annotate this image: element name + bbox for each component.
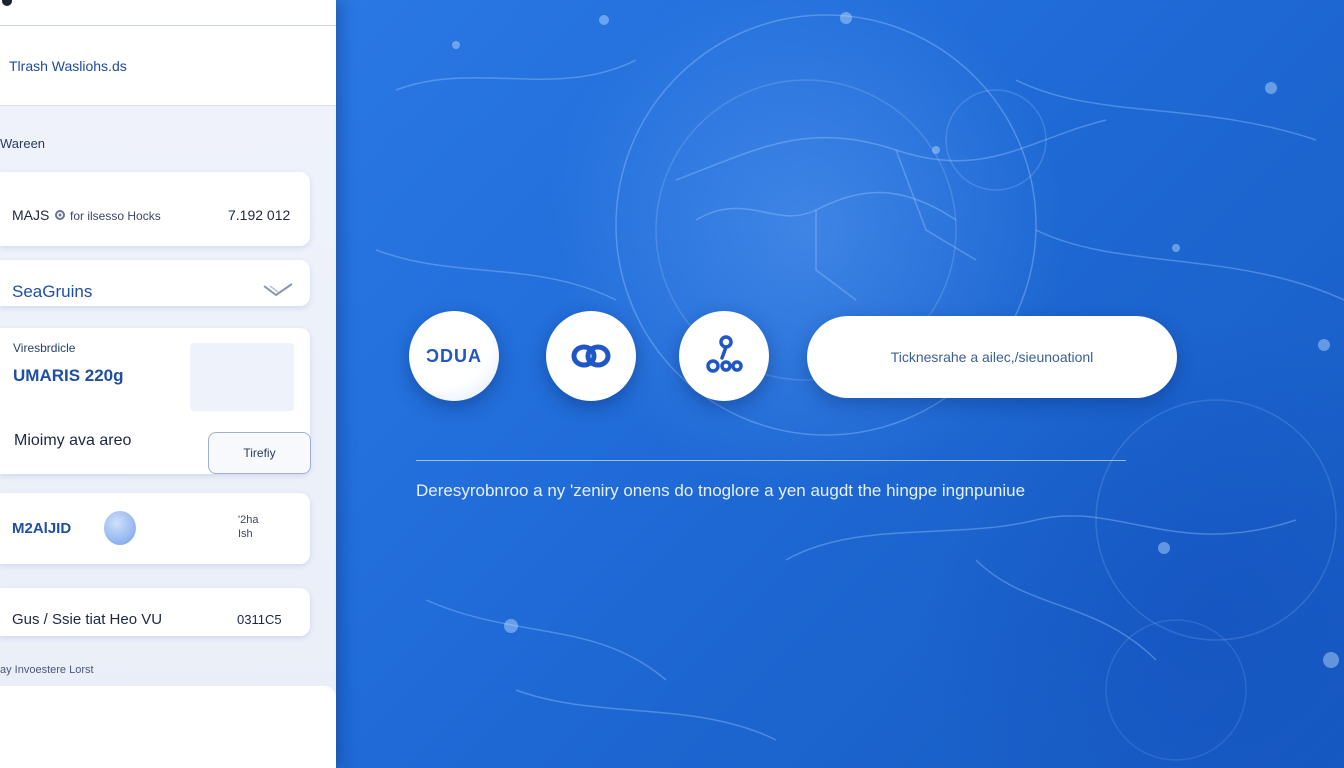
window-dot-icon: [2, 0, 12, 6]
card-code: M2AlJID: [12, 520, 72, 537]
avatar-blob-icon: [104, 511, 136, 545]
list-card-5[interactable]: Gus / Ssie tiat Heo VU 0311C5: [0, 588, 310, 636]
card-code: MAJS: [12, 207, 50, 223]
orb-button-1[interactable]: ƆDUA: [409, 311, 499, 401]
card-mini-text: '2ha Ish: [238, 514, 259, 540]
nodes-icon: [706, 335, 743, 373]
header-title: Tlrash Wasliohs.ds: [9, 57, 127, 74]
left-panel: Tlrash Wasliohs.ds Wareen MAJS for ilses…: [0, 0, 336, 768]
section-label: Wareen: [0, 136, 46, 151]
hero-caption: Deresyrobnroo a ny 'zeniry onens do tnog…: [416, 481, 1026, 500]
card-description: for ilsesso Hocks: [70, 209, 161, 223]
chevron-down-icon[interactable]: [262, 282, 294, 298]
search-pill-text: Ticknesrahe a ailec,/sieunoationl: [890, 349, 1094, 365]
list-card-1[interactable]: MAJS for ilsesso Hocks 7.192 012: [0, 172, 310, 246]
card-number: 7.192 012: [228, 207, 291, 223]
top-bar: [0, 0, 336, 26]
thumbnail-placeholder: [190, 343, 294, 411]
card-value: UMARIS 220g: [13, 366, 124, 385]
bottom-card[interactable]: [0, 686, 336, 768]
orb-button-3[interactable]: [679, 311, 769, 401]
list-card-2[interactable]: SeaGruins: [0, 260, 310, 306]
gear-icon: [55, 210, 65, 220]
header-card[interactable]: Tlrash Wasliohs.ds: [0, 26, 336, 106]
orb-button-2[interactable]: [546, 311, 636, 401]
list-card-4[interactable]: M2AlJID '2ha Ish: [0, 493, 310, 564]
card-subtitle: Mioimy ava areo: [14, 432, 132, 449]
search-pill[interactable]: Ticknesrahe a ailec,/sieunoationl: [807, 316, 1177, 398]
link-chain-icon: [571, 344, 611, 368]
detail-card[interactable]: Viresbrdicle UMARIS 220g Mioimy ava areo…: [0, 328, 311, 474]
hero-area: ƆDUA Ticknesrahe a ailec,/sieunoationl D…: [336, 0, 1344, 768]
footnote: ay Invoestere Lorst: [0, 664, 94, 676]
card-action-button[interactable]: Tirefiy: [208, 432, 311, 474]
card-action-label: Tirefiy: [243, 446, 276, 460]
card-description: Gus / Ssie tiat Heo VU: [12, 611, 163, 628]
orb-label: ƆDUA: [426, 345, 482, 366]
divider: [416, 460, 1126, 461]
card-name: SeaGruins: [12, 282, 93, 301]
card-label: Viresbrdicle: [13, 341, 76, 355]
card-number: 0311C5: [237, 612, 282, 627]
